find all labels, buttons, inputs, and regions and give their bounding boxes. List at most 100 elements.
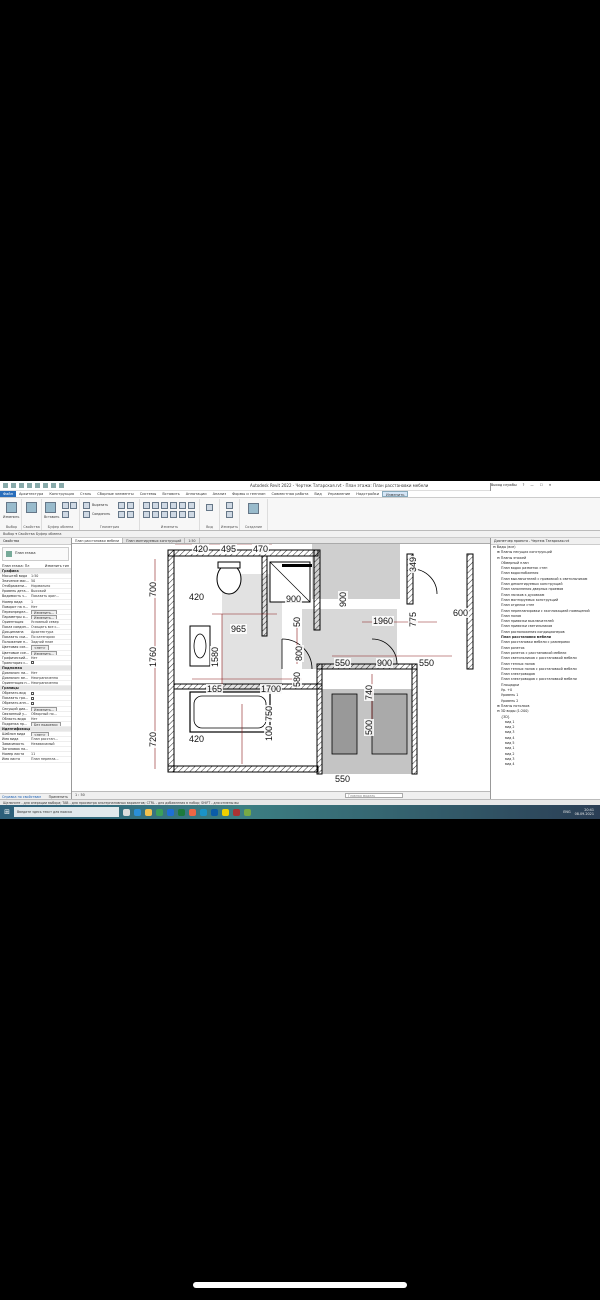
ribbon-tab[interactable]: Надстройки bbox=[353, 491, 382, 497]
3d-view-icon[interactable] bbox=[59, 483, 64, 488]
mirror-icon[interactable] bbox=[161, 502, 168, 509]
excel-icon[interactable] bbox=[178, 808, 185, 816]
property-checkbox[interactable] bbox=[31, 696, 34, 700]
dimension-label[interactable]: 750 bbox=[264, 704, 274, 722]
edit-type-button[interactable]: Изменить тип bbox=[45, 564, 69, 568]
property-value[interactable]: <нет> bbox=[30, 732, 71, 737]
property-value[interactable]: Изменить... bbox=[30, 706, 71, 711]
document-tab[interactable]: План расстановки мебели bbox=[72, 538, 124, 543]
property-value[interactable]: Архитектура bbox=[30, 630, 71, 634]
dimension-label[interactable]: 550 bbox=[418, 658, 436, 668]
property-value[interactable]: Условный север bbox=[30, 620, 71, 624]
dimension-label[interactable]: 900 bbox=[376, 658, 394, 668]
properties-icon[interactable] bbox=[26, 502, 37, 513]
property-value[interactable] bbox=[30, 747, 71, 751]
property-value[interactable] bbox=[30, 691, 71, 695]
dimension-label[interactable]: 420 bbox=[192, 544, 210, 554]
demolish-icon[interactable] bbox=[127, 511, 134, 518]
property-value[interactable]: По категории bbox=[30, 635, 71, 639]
property-value[interactable]: Задний план bbox=[30, 640, 71, 644]
paste-icon[interactable] bbox=[45, 502, 56, 513]
open-icon[interactable] bbox=[3, 483, 8, 488]
keyboard-language[interactable]: ENG bbox=[563, 810, 574, 814]
copy-icon[interactable] bbox=[62, 502, 69, 509]
ribbon-tab[interactable]: Архитектура bbox=[16, 491, 46, 497]
dimension-label[interactable]: 420 bbox=[188, 734, 206, 744]
dimension-label[interactable]: 600 bbox=[452, 608, 470, 618]
property-value[interactable]: Высокий bbox=[30, 589, 71, 593]
cut-label[interactable]: Вырезать bbox=[92, 503, 108, 507]
property-checkbox[interactable] bbox=[31, 701, 34, 705]
property-value[interactable] bbox=[30, 686, 71, 690]
property-value[interactable]: 1:50 bbox=[30, 574, 71, 578]
property-value[interactable]: Без подрезки bbox=[30, 721, 71, 726]
property-value[interactable] bbox=[30, 661, 71, 665]
taskbar-clock[interactable]: 20:41 08.09.2021 bbox=[575, 808, 600, 816]
edge-icon[interactable] bbox=[134, 808, 141, 816]
dimension-label[interactable]: 740 bbox=[364, 683, 374, 701]
ribbon-tab[interactable]: Сборные элементы bbox=[94, 491, 136, 497]
property-value[interactable]: Обзорный по... bbox=[30, 712, 71, 716]
join-icon[interactable] bbox=[83, 511, 90, 518]
dimension-label[interactable]: 470 bbox=[252, 544, 270, 554]
dimension-label[interactable]: 550 bbox=[334, 774, 352, 784]
dimension-label[interactable]: 50 bbox=[292, 615, 302, 628]
instance-selector[interactable]: План этажа: Пл bbox=[2, 564, 29, 568]
browser-item[interactable]: вид 4 bbox=[491, 762, 600, 767]
split-face-icon[interactable] bbox=[127, 502, 134, 509]
dimension-label[interactable]: 580 bbox=[292, 670, 302, 688]
property-button[interactable]: Изменить... bbox=[31, 609, 58, 614]
dimension-label[interactable]: 900 bbox=[285, 594, 303, 604]
property-value[interactable]: Очищать все с... bbox=[30, 625, 71, 629]
task-view-icon[interactable] bbox=[123, 808, 130, 816]
property-value[interactable] bbox=[30, 701, 71, 705]
property-button[interactable]: Без подрезки bbox=[31, 721, 61, 726]
dimension-label[interactable]: 1580 bbox=[210, 645, 220, 668]
property-value[interactable] bbox=[30, 666, 71, 670]
ribbon-tab[interactable]: Анализ bbox=[210, 491, 230, 497]
save-icon[interactable] bbox=[11, 483, 16, 488]
property-value[interactable]: Изменить... bbox=[30, 609, 71, 614]
taskbar-search-input[interactable]: Введите здесь текст для поиска bbox=[14, 807, 119, 817]
property-value[interactable]: 1 bbox=[30, 600, 71, 604]
property-value[interactable]: План перепла... bbox=[30, 757, 71, 761]
property-value[interactable]: Изменить... bbox=[30, 650, 71, 655]
modify-button-label[interactable]: Изменить bbox=[3, 515, 19, 519]
dimension-label[interactable]: 420 bbox=[188, 592, 206, 602]
dimension-label[interactable]: 1760 bbox=[148, 645, 158, 668]
view-scale[interactable]: 1 : 50 bbox=[75, 793, 85, 797]
modify-arrow-icon[interactable] bbox=[6, 502, 17, 513]
ribbon-tab[interactable]: Совместная работа bbox=[269, 491, 312, 497]
dimension-label[interactable]: 349 bbox=[408, 555, 418, 573]
dimension-label[interactable]: 165 bbox=[206, 684, 224, 694]
redo-icon[interactable] bbox=[27, 483, 32, 488]
document-tab[interactable]: 1:50 bbox=[185, 538, 200, 543]
property-checkbox[interactable] bbox=[31, 691, 34, 695]
property-value[interactable]: Показать ориг... bbox=[30, 594, 71, 598]
ribbon-tab[interactable]: Вставить bbox=[159, 491, 182, 497]
ribbon-tab[interactable]: Формы и генплан bbox=[229, 491, 268, 497]
type-selector[interactable]: План этажа bbox=[2, 547, 69, 561]
join-label[interactable]: Соединить bbox=[92, 512, 110, 516]
pin-icon[interactable] bbox=[179, 511, 186, 518]
property-value[interactable]: Неограниченно bbox=[30, 676, 71, 680]
property-value[interactable]: Нет bbox=[30, 656, 71, 660]
ribbon-tab[interactable]: Файл bbox=[0, 491, 16, 497]
dimension-label[interactable]: 800 bbox=[294, 644, 304, 662]
property-value[interactable]: <нет> bbox=[30, 645, 71, 650]
property-value[interactable]: Неограниченно bbox=[30, 681, 71, 685]
chrome-icon[interactable] bbox=[189, 808, 196, 816]
measure-icon[interactable] bbox=[43, 483, 48, 488]
acrobat-icon[interactable] bbox=[233, 808, 240, 816]
app-icon[interactable] bbox=[244, 808, 251, 816]
print-icon[interactable] bbox=[35, 483, 40, 488]
dimension-label[interactable]: 900 bbox=[338, 590, 348, 608]
dimension-label[interactable]: 100 bbox=[264, 724, 274, 742]
document-tab[interactable]: План монтируемых конструкций bbox=[123, 538, 186, 543]
measure-tool-icon[interactable] bbox=[226, 502, 233, 509]
ribbon-tab[interactable]: Системы bbox=[137, 491, 160, 497]
ribbon-tab[interactable]: Управление bbox=[325, 491, 354, 497]
property-value[interactable]: План расстан... bbox=[30, 737, 71, 741]
dimension-label[interactable]: 1960 bbox=[372, 616, 395, 626]
property-button[interactable]: Изменить... bbox=[31, 614, 58, 619]
